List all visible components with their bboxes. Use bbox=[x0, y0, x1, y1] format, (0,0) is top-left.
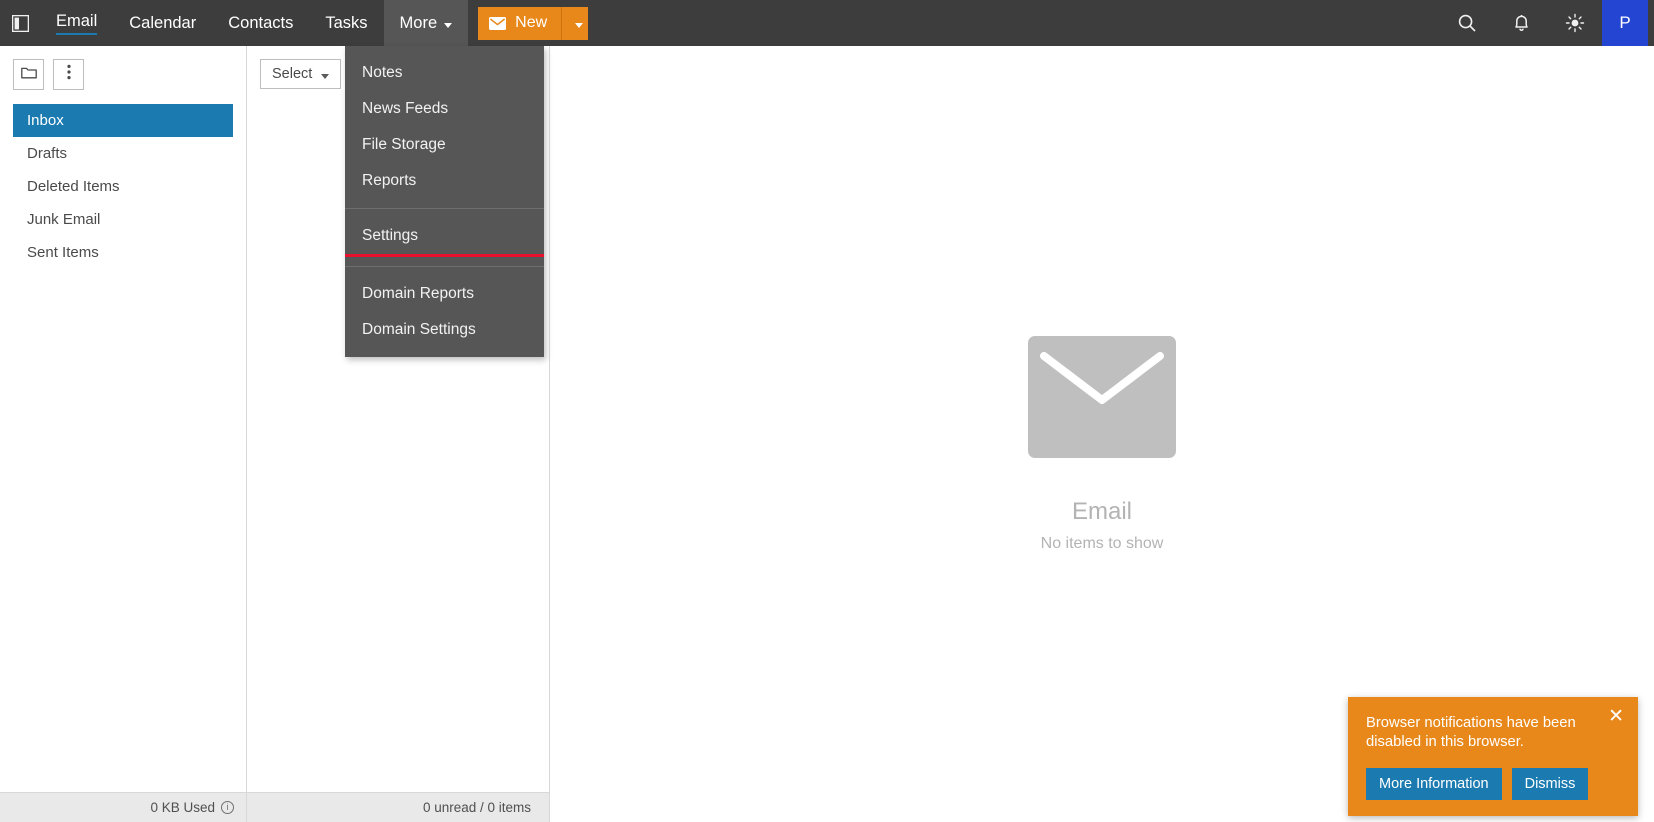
avatar-initial: P bbox=[1619, 13, 1631, 32]
top-navigation-bar: Email Calendar Contacts Tasks More New P bbox=[0, 0, 1654, 46]
bell-icon[interactable] bbox=[1494, 0, 1548, 46]
folder-item-drafts[interactable]: Drafts bbox=[13, 137, 233, 170]
nav-item-contacts[interactable]: Contacts bbox=[212, 0, 309, 46]
chevron-down-icon bbox=[321, 73, 330, 79]
folder-item-label: Deleted Items bbox=[27, 178, 120, 195]
chevron-down-icon bbox=[574, 22, 583, 28]
close-icon[interactable]: ✕ bbox=[1608, 707, 1624, 726]
storage-used-label: 0 KB Used bbox=[150, 800, 215, 815]
select-dropdown-label: Select bbox=[272, 66, 313, 82]
nav-item-more[interactable]: More bbox=[383, 0, 469, 46]
notification-toast: ✕ Browser notifications have been disabl… bbox=[1348, 697, 1638, 816]
nav-item-contacts-label: Contacts bbox=[228, 13, 294, 32]
empty-state-subtitle: No items to show bbox=[1040, 535, 1164, 552]
new-button-label: New bbox=[515, 14, 548, 31]
nav-item-calendar[interactable]: Calendar bbox=[113, 0, 212, 46]
dismiss-button[interactable]: Dismiss bbox=[1511, 768, 1589, 800]
menu-item-file-storage[interactable]: File Storage bbox=[345, 127, 544, 163]
envelope-icon bbox=[1028, 336, 1176, 458]
folder-item-label: Junk Email bbox=[27, 211, 101, 228]
folder-item-label: Sent Items bbox=[27, 244, 99, 261]
menu-item-settings[interactable]: Settings bbox=[345, 218, 544, 257]
new-button[interactable]: New bbox=[478, 6, 562, 40]
folder-icon bbox=[20, 66, 37, 84]
nav-item-calendar-label: Calendar bbox=[129, 13, 197, 32]
brightness-icon[interactable] bbox=[1548, 0, 1602, 46]
more-dropdown-menu: Notes News Feeds File Storage Reports Se… bbox=[345, 46, 544, 357]
new-folder-button[interactable] bbox=[13, 59, 44, 90]
empty-state-title: Email bbox=[1071, 498, 1132, 525]
nav-item-tasks-label: Tasks bbox=[325, 13, 368, 32]
envelope-icon bbox=[489, 16, 507, 30]
menu-item-domain-settings[interactable]: Domain Settings bbox=[345, 312, 544, 348]
folder-pane: Inbox Drafts Deleted Items Junk Email Se… bbox=[0, 46, 247, 822]
sidebar-toggle-icon[interactable] bbox=[0, 0, 40, 46]
message-count-label: 0 unread / 0 items bbox=[422, 800, 531, 815]
nav-item-more-label: More bbox=[399, 13, 438, 32]
folder-item-inbox[interactable]: Inbox bbox=[13, 104, 233, 137]
avatar[interactable]: P bbox=[1602, 0, 1648, 46]
empty-state: Email No items to show bbox=[1028, 336, 1176, 553]
storage-status-bar: 0 KB Used i bbox=[0, 792, 246, 822]
notification-actions: More Information Dismiss bbox=[1366, 768, 1622, 800]
more-information-button[interactable]: More Information bbox=[1366, 768, 1502, 800]
kebab-menu-icon bbox=[66, 64, 71, 85]
message-count-status-bar: 0 unread / 0 items bbox=[247, 792, 549, 822]
menu-separator bbox=[345, 208, 544, 209]
search-icon[interactable] bbox=[1440, 0, 1494, 46]
nav-item-tasks[interactable]: Tasks bbox=[309, 0, 383, 46]
select-dropdown-button[interactable]: Select bbox=[260, 59, 342, 89]
new-button-group: New bbox=[478, 0, 589, 46]
menu-item-domain-reports[interactable]: Domain Reports bbox=[345, 276, 544, 312]
primary-nav: Email Calendar Contacts Tasks More bbox=[40, 0, 469, 46]
folder-item-sent-items[interactable]: Sent Items bbox=[13, 236, 233, 269]
nav-item-email-label: Email bbox=[56, 12, 98, 35]
nav-item-email[interactable]: Email bbox=[40, 0, 113, 46]
chevron-down-icon bbox=[444, 22, 453, 28]
folder-toolbar bbox=[0, 46, 246, 90]
folder-item-junk-email[interactable]: Junk Email bbox=[13, 203, 233, 236]
folder-item-deleted-items[interactable]: Deleted Items bbox=[13, 170, 233, 203]
folder-list: Inbox Drafts Deleted Items Junk Email Se… bbox=[0, 104, 246, 792]
menu-item-news-feeds[interactable]: News Feeds bbox=[345, 91, 544, 127]
menu-item-reports[interactable]: Reports bbox=[345, 163, 544, 199]
menu-separator bbox=[345, 266, 544, 267]
folder-actions-button[interactable] bbox=[53, 59, 84, 90]
menu-item-notes[interactable]: Notes bbox=[345, 55, 544, 91]
new-button-dropdown[interactable] bbox=[561, 6, 589, 40]
info-icon[interactable]: i bbox=[221, 801, 234, 814]
folder-item-label: Drafts bbox=[27, 145, 68, 162]
folder-item-label: Inbox bbox=[27, 112, 64, 129]
notification-message: Browser notifications have been disabled… bbox=[1366, 715, 1576, 750]
